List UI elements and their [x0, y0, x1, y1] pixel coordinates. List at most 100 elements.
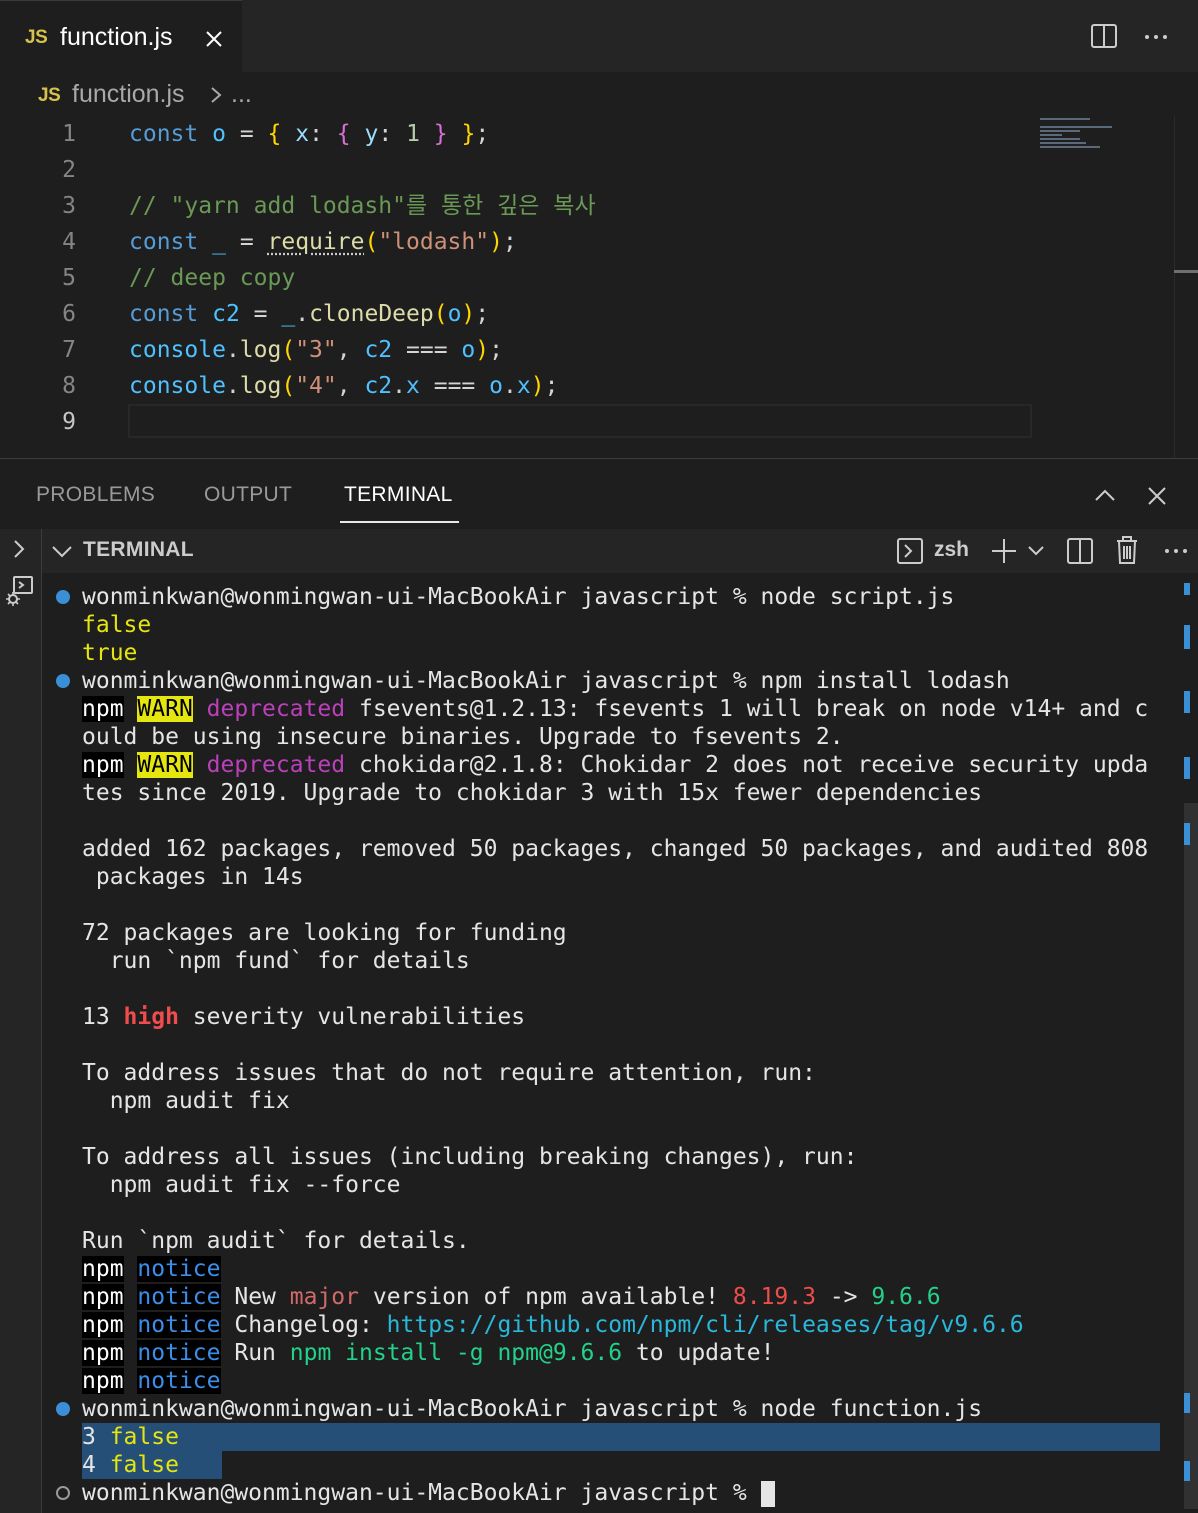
terminal-line: npm notice New major version of npm avai… — [82, 1283, 941, 1311]
terminal-line: tes since 2019. Upgrade to chokidar 3 wi… — [82, 780, 983, 806]
code-line: 8 console.log("4", c2.x === o.x); — [0, 368, 1100, 404]
arrow: -> — [815, 1284, 872, 1310]
terminal-line: npm audit fix — [82, 1088, 290, 1114]
chevron-right-icon[interactable] — [8, 537, 30, 561]
more-actions-icon[interactable] — [1162, 537, 1190, 565]
tab-function-js[interactable]: JS function.js — [0, 0, 242, 72]
tab-output[interactable]: OUTPUT — [204, 483, 292, 507]
npm-label: npm — [82, 1340, 124, 1366]
terminal-line: Run `npm audit` for details. — [82, 1228, 470, 1254]
command-pending-decoration[interactable] — [56, 1486, 70, 1500]
new-version: 9.6.6 — [871, 1284, 941, 1310]
chevron-down-icon[interactable] — [1026, 543, 1046, 559]
split-editor-icon[interactable] — [1090, 22, 1118, 50]
terminal-line: 3 false — [82, 1423, 179, 1451]
npm-label: npm — [82, 1312, 124, 1338]
code-line: 2 — [0, 152, 1100, 188]
warn-label: WARN — [137, 752, 193, 778]
terminal-line: wonminkwan@wonmingwan-ui-MacBookAir java… — [82, 1395, 982, 1423]
terminal-line: npm WARN deprecated chokidar@2.1.8: Chok… — [82, 751, 1148, 779]
terminal-line: 13 high severity vulnerabilities — [82, 1003, 525, 1031]
terminal-line: npm notice Changelog: https://github.com… — [82, 1311, 1024, 1339]
major-label: major — [289, 1284, 359, 1310]
plus-icon[interactable] — [990, 537, 1018, 565]
terminal-line: true — [82, 640, 138, 666]
tab-problems[interactable]: PROBLEMS — [36, 483, 155, 507]
code-text: console.log("3", c2 === o); — [129, 337, 503, 363]
warn-text: fsevents@1.2.13: fsevents 1 will break o… — [345, 696, 1149, 722]
chevron-down-icon[interactable] — [50, 541, 74, 561]
npm-label: npm — [82, 1284, 124, 1310]
deprecated-label: deprecated — [206, 696, 346, 722]
terminal-header: TERMINAL zsh — [0, 529, 1198, 573]
editor-scrollbar[interactable] — [1174, 116, 1198, 458]
terminal-line: 72 packages are looking for funding — [82, 920, 567, 946]
line-number: 5 — [62, 265, 76, 291]
result-label: 4 — [82, 1452, 110, 1478]
close-icon[interactable] — [1144, 483, 1170, 509]
editor-tab-bar: JS function.js — [0, 0, 1198, 72]
old-version: 8.19.3 — [732, 1284, 816, 1310]
code-line: 4 const _ = require("lodash"); — [0, 224, 1100, 260]
code-line: 6 const c2 = _.cloneDeep(o); — [0, 296, 1100, 332]
split-terminal-icon[interactable] — [1066, 537, 1094, 565]
selection-highlight — [82, 1423, 1160, 1451]
command: node function.js — [760, 1396, 983, 1422]
minimap[interactable] — [1040, 118, 1120, 158]
npm-label: npm — [82, 1368, 124, 1394]
notice-text: to update! — [622, 1340, 775, 1366]
changelog-link[interactable]: https://github.com/npm/cli/releases/tag/… — [387, 1312, 1024, 1338]
tab-terminal[interactable]: TERMINAL — [344, 483, 453, 507]
code-text: console.log("4", c2.x === o.x); — [129, 373, 559, 399]
code-line: 3 // "yarn add lodash"를 통한 깊은 복사 — [0, 188, 1100, 224]
code-line: 9 — [0, 404, 1100, 440]
terminal-line: npm audit fix --force — [82, 1172, 401, 1198]
javascript-file-icon: JS — [38, 85, 61, 106]
code-editor[interactable]: 1 const o = { x: { y: 1 } }; 2 3 // "yar… — [0, 116, 1198, 458]
code-comment: // deep copy — [129, 265, 296, 291]
active-tab-indicator — [340, 521, 459, 523]
line-number: 2 — [62, 157, 76, 183]
trash-icon[interactable] — [1114, 535, 1140, 565]
tab-label: function.js — [60, 23, 173, 51]
prompt: wonminkwan@wonmingwan-ui-MacBookAir java… — [82, 1480, 761, 1506]
line-number: 7 — [62, 337, 76, 363]
npm-label: npm — [82, 752, 124, 778]
code-line: 7 console.log("3", c2 === o); — [0, 332, 1100, 368]
line-number: 8 — [62, 373, 76, 399]
terminal-line: wonminkwan@wonmingwan-ui-MacBookAir java… — [82, 1479, 775, 1507]
line-number: 3 — [62, 193, 76, 219]
chevron-up-icon[interactable] — [1092, 483, 1118, 509]
terminal-line: npm WARN deprecated fsevents@1.2.13: fse… — [82, 695, 1148, 723]
bottom-panel: PROBLEMS OUTPUT TERMINAL TERMINAL zsh wo… — [0, 458, 1198, 1513]
terminal-output[interactable]: wonminkwan@wonmingwan-ui-MacBookAir java… — [42, 573, 1198, 1513]
breadcrumb-symbols[interactable]: ... — [231, 80, 252, 109]
terminal-line: added 162 packages, removed 50 packages,… — [82, 836, 1149, 862]
terminal-line: wonminkwan@wonmingwan-ui-MacBookAir java… — [82, 667, 1010, 695]
npm-label: npm — [82, 696, 124, 722]
command-success-decoration[interactable] — [56, 674, 70, 688]
notice-label: notice — [137, 1312, 221, 1338]
code-comment: // "yarn add lodash"를 통한 깊은 복사 — [129, 193, 596, 219]
terminal-icon — [897, 538, 923, 564]
terminal-line: To address issues that do not require at… — [82, 1060, 816, 1086]
line-number: 4 — [62, 229, 76, 255]
result-value: false — [109, 1452, 179, 1478]
debug-console-icon[interactable] — [4, 575, 34, 607]
breadcrumb-file[interactable]: function.js — [72, 80, 185, 109]
shell-name[interactable]: zsh — [934, 538, 969, 562]
notice-text: Run — [220, 1340, 290, 1366]
command-success-decoration[interactable] — [56, 590, 70, 604]
more-actions-icon[interactable] — [1142, 22, 1170, 50]
line-number: 6 — [62, 301, 76, 327]
panel-side-strip — [0, 529, 42, 1513]
close-icon[interactable] — [202, 27, 226, 51]
vuln-text: severity vulnerabilities — [178, 1004, 526, 1030]
code-text: const _ = require("lodash"); — [129, 229, 517, 255]
scroll-marker — [1184, 823, 1190, 845]
editor-scroll-indicator — [1174, 270, 1198, 273]
prompt: wonminkwan@wonmingwan-ui-MacBookAir java… — [82, 584, 761, 610]
prompt: wonminkwan@wonmingwan-ui-MacBookAir java… — [82, 668, 761, 694]
notice-label: notice — [137, 1256, 221, 1282]
command-success-decoration[interactable] — [56, 1402, 70, 1416]
